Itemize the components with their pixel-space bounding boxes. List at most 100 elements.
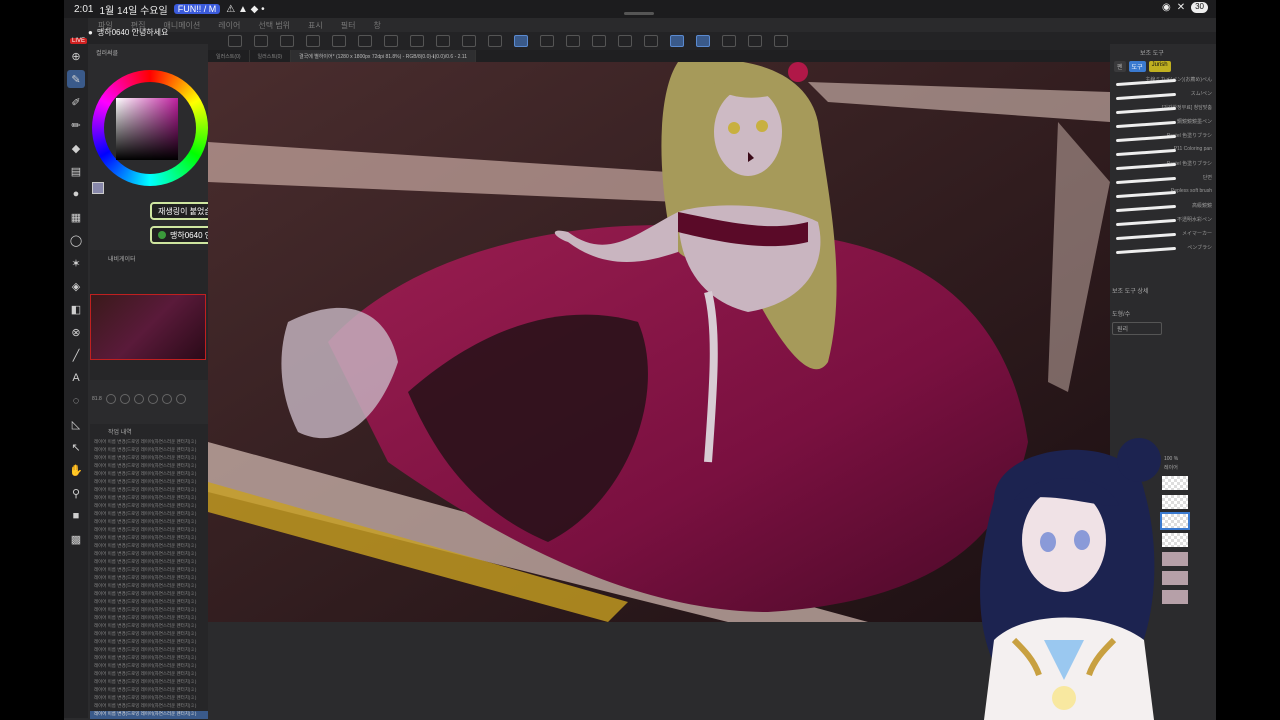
history-row[interactable]: 레이어 이름 변경(드로잉 레이어(자연스러운 펜터치)ミ): [90, 463, 208, 471]
brush-item[interactable]: 不透明水彩ペン: [1110, 216, 1216, 230]
brush-item[interactable]: ペンブラシ: [1110, 244, 1216, 258]
brush-item[interactable]: 主線ミカメ(ペン)(お薦め)ぺん: [1110, 76, 1216, 90]
eraser-icon[interactable]: ◆: [67, 139, 85, 157]
history-row[interactable]: 레이어 이름 변경(드로잉 레이어(자연스러운 펜터치)ミ): [90, 495, 208, 503]
crop-icon[interactable]: [462, 35, 476, 47]
fit-icon[interactable]: [133, 394, 144, 404]
color-circle-tab[interactable]: 컬러써클: [88, 44, 208, 61]
pen-icon[interactable]: ✎: [67, 70, 85, 88]
undo-icon[interactable]: [306, 35, 320, 47]
fill-icon[interactable]: ▤: [67, 162, 85, 180]
props-dropdown[interactable]: 원리: [1112, 322, 1162, 335]
frame-icon[interactable]: ◺: [67, 415, 85, 433]
history-row[interactable]: 레이어 이름 변경(드로잉 레이어(자연스러운 펜터치)ミ): [90, 607, 208, 615]
grid-icon[interactable]: [592, 35, 606, 47]
rotate-icon[interactable]: [618, 35, 632, 47]
flip-icon[interactable]: [644, 35, 658, 47]
brush-item[interactable]: Pastel 色塗りブラシ: [1110, 160, 1216, 174]
magnifier-icon[interactable]: ⊕: [67, 47, 85, 65]
blend-icon[interactable]: ●: [67, 185, 85, 203]
history-row[interactable]: 레이어 이름 변경(드로잉 레이어(자연스러운 펜터치)ミ): [90, 679, 208, 687]
history-row[interactable]: 레이어 이름 변경(드로잉 레이어(자연스러운 펜터치)ミ): [90, 487, 208, 495]
zoom-in-icon[interactable]: [119, 394, 130, 404]
history-row[interactable]: 레이어 이름 변경(드로잉 레이어(자연스러운 펜터치)ミ): [90, 687, 208, 695]
text-icon[interactable]: A: [67, 369, 85, 387]
pencil-icon[interactable]: ✏: [67, 116, 85, 134]
rotate-left-icon[interactable]: [161, 394, 172, 404]
lasso-icon[interactable]: ◯: [67, 231, 85, 249]
history-row[interactable]: 레이어 이름 변경(드로잉 레이어(자연스러운 펜터치)ミ): [90, 631, 208, 639]
brush-item[interactable]: 단면: [1110, 174, 1216, 188]
transform-icon[interactable]: [384, 35, 398, 47]
history-row[interactable]: 레이어 이름 변경(드로잉 레이어(자연스러운 펜터치)ミ): [90, 671, 208, 679]
sparkle-icon[interactable]: ✶: [67, 254, 85, 272]
rotate-right-icon[interactable]: [175, 394, 186, 404]
edit-icon[interactable]: [722, 35, 736, 47]
history-row[interactable]: 레이어 이름 변경(드로잉 레이어(자연스러운 펜터치)ミ): [90, 503, 208, 511]
color-swatch-icon[interactable]: ■: [67, 507, 85, 525]
device-icon[interactable]: [748, 35, 762, 47]
history-row[interactable]: 레이어 이름 변경(드로잉 레이어(자연스러운 펜터치)ミ): [90, 591, 208, 599]
actual-size-icon[interactable]: [147, 394, 158, 404]
move-icon[interactable]: ⊗: [67, 323, 85, 341]
history-row[interactable]: 레이어 이름 변경(드로잉 레이어(자연스러운 펜터치)ミ): [90, 535, 208, 543]
tab-tools[interactable]: 도구: [1128, 61, 1146, 72]
history-row[interactable]: 레이어 이름 변경(드로잉 레이어(자연스러운 펜터치)ミ): [90, 471, 208, 479]
operation-icon[interactable]: ↖: [67, 438, 85, 456]
eyedropper-icon[interactable]: ⚲: [67, 484, 85, 502]
stabilizer-icon[interactable]: [696, 35, 710, 47]
menu-item[interactable]: 레이어: [218, 20, 240, 31]
history-row[interactable]: 레이어 이름 변경(드로잉 레이어(자연스러운 펜터치)ミ): [90, 543, 208, 551]
history-row[interactable]: 레이어 이름 변경(드로잉 레이어(자연스러운 펜터치)ミ): [90, 711, 208, 719]
hand-icon[interactable]: ✋: [67, 461, 85, 479]
history-row[interactable]: 레이어 이름 변경(드로잉 레이어(자연스러운 펜터치)ミ): [90, 519, 208, 527]
zoom-value[interactable]: 81.8: [92, 396, 102, 402]
history-row[interactable]: 레이어 이름 변경(드로잉 레이어(자연스러운 펜터치)ミ): [90, 663, 208, 671]
history-row[interactable]: 레이어 이름 변경(드로잉 레이어(자연스러운 펜터치)ミ): [90, 583, 208, 591]
history-row[interactable]: 레이어 이름 변경(드로잉 레이어(자연스러운 펜터치)ミ): [90, 703, 208, 711]
ruler-icon[interactable]: ╱: [67, 346, 85, 364]
new-icon[interactable]: [228, 35, 242, 47]
saturation-value-square[interactable]: [116, 98, 178, 160]
doc-tab-active[interactable]: 결국에 별하이어* (1280 x 1800px 72dpi 81.8%) - …: [291, 50, 476, 62]
history-row[interactable]: 레이어 이름 변경(드로잉 레이어(자연스러운 펜터치)ミ): [90, 479, 208, 487]
brush-item[interactable]: メイマーカー: [1110, 230, 1216, 244]
menu-item[interactable]: 필터: [341, 20, 356, 31]
zoom-out-icon[interactable]: [105, 394, 116, 404]
menu-item[interactable]: 표시: [308, 20, 323, 31]
balloon-icon[interactable]: ◌: [67, 392, 85, 410]
history-row[interactable]: 레이어 이름 변경(드로잉 레이어(자연스러운 펜터치)ミ): [90, 575, 208, 583]
current-color-swatch[interactable]: [92, 182, 104, 194]
doc-tab[interactable]: 일러스트(0): [250, 50, 292, 62]
history-row[interactable]: 레이어 이름 변경(드로잉 레이어(자연스러운 펜터치)ミ): [90, 567, 208, 575]
multitask-grabber[interactable]: [624, 12, 654, 15]
tab-jurish[interactable]: Jurish: [1148, 61, 1171, 72]
navigator-thumbnail[interactable]: [90, 294, 206, 360]
redo-icon[interactable]: [332, 35, 346, 47]
save-icon[interactable]: [280, 35, 294, 47]
transparent-icon[interactable]: ▩: [67, 530, 85, 548]
history-row[interactable]: 레이어 이름 변경(드로잉 레이어(자연스러운 펜터치)ミ): [90, 439, 208, 447]
brush-item[interactable]: Pepless soft brush: [1110, 188, 1216, 202]
bucket-icon[interactable]: ◈: [67, 277, 85, 295]
history-row[interactable]: 레이어 이름 변경(드로잉 레이어(자연스러운 펜터치)ミ): [90, 695, 208, 703]
history-row[interactable]: 레이어 이름 변경(드로잉 레이어(자연스러운 펜터치)ミ): [90, 527, 208, 535]
invert-icon[interactable]: [436, 35, 450, 47]
clear-icon[interactable]: [358, 35, 372, 47]
history-row[interactable]: 레이어 이름 변경(드로잉 레이어(자연스러운 펜터치)ミ): [90, 455, 208, 463]
brush-item[interactable]: [기간한정무료] 청담맞춤: [1110, 104, 1216, 118]
history-row[interactable]: 레이어 이름 변경(드로잉 레이어(자연스러운 펜터치)ミ): [90, 639, 208, 647]
menu-item[interactable]: 창: [374, 20, 381, 31]
history-row[interactable]: 레이어 이름 변경(드로잉 레이어(자연스러운 펜터치)ミ): [90, 599, 208, 607]
history-row[interactable]: 레이어 이름 변경(드로잉 레이어(자연스러운 펜터치)ミ): [90, 647, 208, 655]
brush-item[interactable]: スム!ペン: [1110, 90, 1216, 104]
history-row[interactable]: 레이어 이름 변경(드로잉 레이어(자연스러운 펜터치)ミ): [90, 559, 208, 567]
open-icon[interactable]: [254, 35, 268, 47]
perspective-icon[interactable]: [540, 35, 554, 47]
share-icon[interactable]: [774, 35, 788, 47]
gradient-icon[interactable]: ▦: [67, 208, 85, 226]
fill-selection-icon[interactable]: [488, 35, 502, 47]
tab-pen[interactable]: 펜: [1114, 61, 1126, 72]
history-row[interactable]: 레이어 이름 변경(드로잉 레이어(자연스러운 펜터치)ミ): [90, 655, 208, 663]
history-row[interactable]: 레이어 이름 변경(드로잉 레이어(자연스러운 펜터치)ミ): [90, 551, 208, 559]
